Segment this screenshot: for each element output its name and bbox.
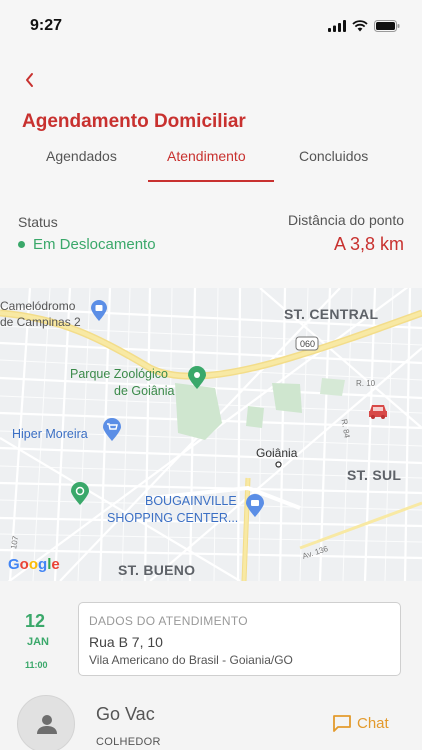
- active-tab-indicator: [148, 180, 274, 182]
- status-dot-icon: [18, 241, 25, 248]
- person-name: Go Vac: [96, 704, 155, 724]
- google-logo: Google: [8, 556, 60, 573]
- status-value: Em Deslocamento: [18, 236, 156, 253]
- appointment-month: JAN: [27, 636, 50, 648]
- map-label-zoo-1: Parque Zoológico: [70, 367, 168, 381]
- avatar: [17, 695, 75, 750]
- map-view[interactable]: Camelódromo de Campinas 2 ST. CENTRAL 06…: [0, 288, 422, 581]
- distance-label: Distância do ponto: [288, 212, 404, 228]
- map-label-bougainville-2: SHOPPING CENTER...: [107, 511, 239, 525]
- tab-bar: Agendados Atendimento Concluidos: [0, 140, 422, 184]
- map-label-camelodromo-1: Camelódromo: [0, 299, 76, 313]
- map-label-camelodromo-2: de Campinas 2: [0, 315, 81, 329]
- appointment-address: Rua B 7, 10: [89, 634, 163, 650]
- battery-icon: [374, 20, 400, 32]
- map-label-st-central: ST. CENTRAL: [284, 306, 379, 322]
- map-label-goiania: Goiânia: [256, 446, 298, 460]
- page-title: Agendamento Domiciliar: [22, 111, 246, 132]
- tab-agendados[interactable]: Agendados: [46, 148, 117, 164]
- map-label-bougainville-1: BOUGAINVILLE: [145, 494, 237, 508]
- map-label-st-bueno: ST. BUENO: [118, 562, 196, 578]
- status-bar: 9:27: [0, 0, 422, 52]
- tab-concluidos[interactable]: Concluidos: [299, 148, 368, 164]
- chat-label: Chat: [357, 714, 389, 732]
- appointment-day: 12: [25, 611, 46, 631]
- map-label-r10: R. 10: [356, 379, 376, 388]
- chevron-left-icon: [26, 73, 33, 87]
- map-label-st-sul: ST. SUL: [347, 467, 402, 483]
- appointment-city: Vila Americano do Brasil - Goiania/GO: [89, 653, 293, 667]
- status-time: 9:27: [30, 17, 63, 34]
- tab-atendimento[interactable]: Atendimento: [167, 148, 246, 164]
- user-icon: [37, 715, 57, 734]
- status-icons: [328, 20, 400, 32]
- back-button[interactable]: [18, 68, 42, 92]
- chat-icon: [333, 715, 351, 732]
- signal-icon: [328, 20, 346, 32]
- appointment-card[interactable]: DADOS DO ATENDIMENTO Rua B 7, 10 Vila Am…: [78, 602, 401, 676]
- appointment-time: 11:00: [25, 660, 48, 670]
- map-label-hiper: Hiper Moreira: [12, 427, 88, 441]
- map-label-zoo-2: de Goiânia: [114, 384, 175, 398]
- appointment-heading: DADOS DO ATENDIMENTO: [89, 614, 248, 628]
- status-label: Status: [18, 214, 58, 230]
- distance-value: A 3,8 km: [333, 234, 404, 254]
- map-label-route-060: 060: [300, 339, 316, 349]
- status-value-text: Em Deslocamento: [33, 236, 156, 253]
- wifi-icon: [352, 20, 368, 32]
- person-role: COLHEDOR: [96, 736, 161, 748]
- chat-button[interactable]: Chat: [332, 714, 389, 732]
